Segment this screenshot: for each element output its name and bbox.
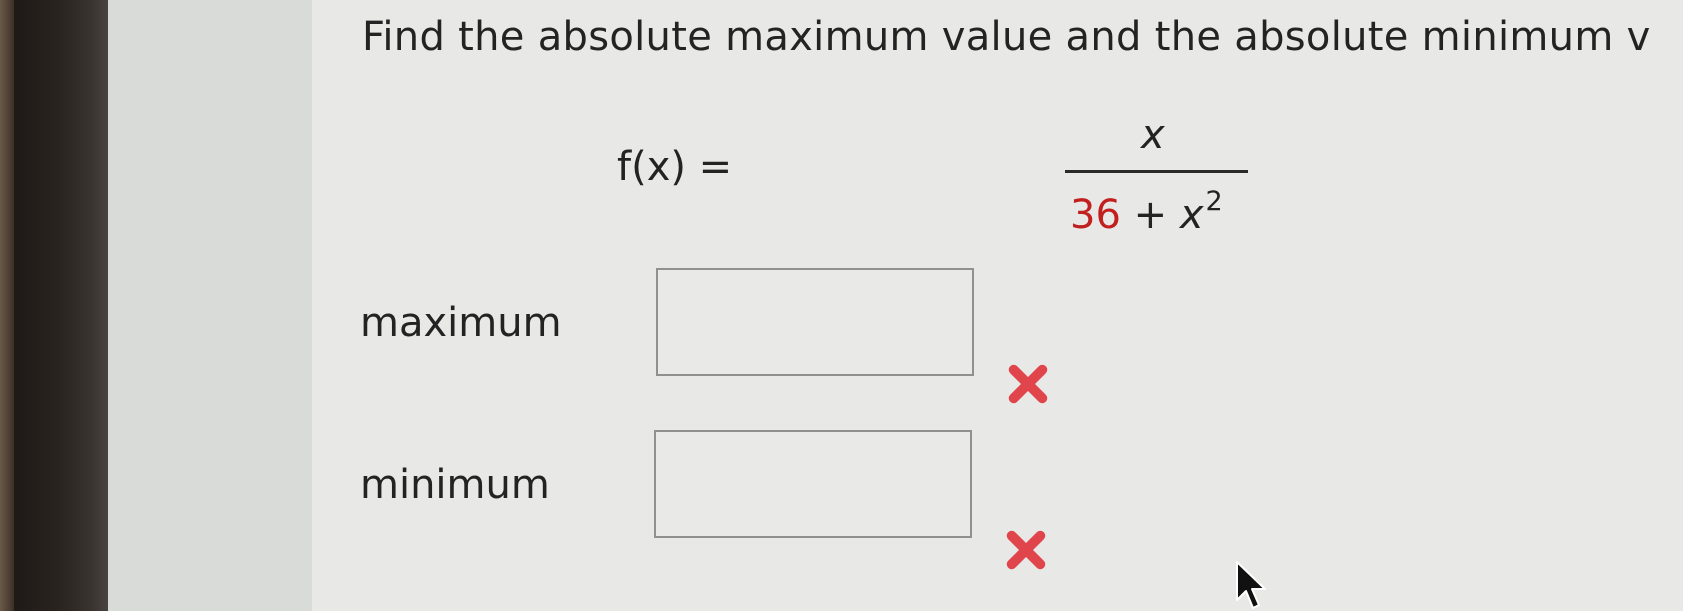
- formula-lhs: f(x) =: [617, 144, 733, 190]
- question-content: Find the absolute maximum value and the …: [312, 0, 1683, 611]
- fraction-numerator: x: [1141, 112, 1165, 158]
- denominator-exponent: 2: [1205, 186, 1223, 217]
- maximum-label: maximum: [360, 300, 562, 346]
- fraction-denominator: 36 + x2: [1070, 186, 1223, 238]
- mouse-pointer-icon: [1236, 561, 1266, 609]
- screen: Find the absolute maximum value and the …: [0, 0, 1683, 611]
- denominator-constant: 36: [1070, 192, 1121, 238]
- x-mark-icon: [1006, 530, 1046, 570]
- denominator-plus: +: [1133, 192, 1168, 238]
- minimum-answer-input[interactable]: [654, 430, 972, 538]
- monitor-bezel: [0, 0, 108, 611]
- monitor-bezel-edge: [0, 0, 14, 611]
- x-mark-icon: [1008, 364, 1048, 404]
- side-panel: [108, 0, 314, 611]
- question-text: Find the absolute maximum value and the …: [362, 14, 1651, 60]
- denominator-variable: x: [1179, 192, 1204, 238]
- maximum-answer-input[interactable]: [656, 268, 974, 376]
- minimum-label: minimum: [360, 462, 550, 508]
- fraction-bar: [1065, 170, 1248, 173]
